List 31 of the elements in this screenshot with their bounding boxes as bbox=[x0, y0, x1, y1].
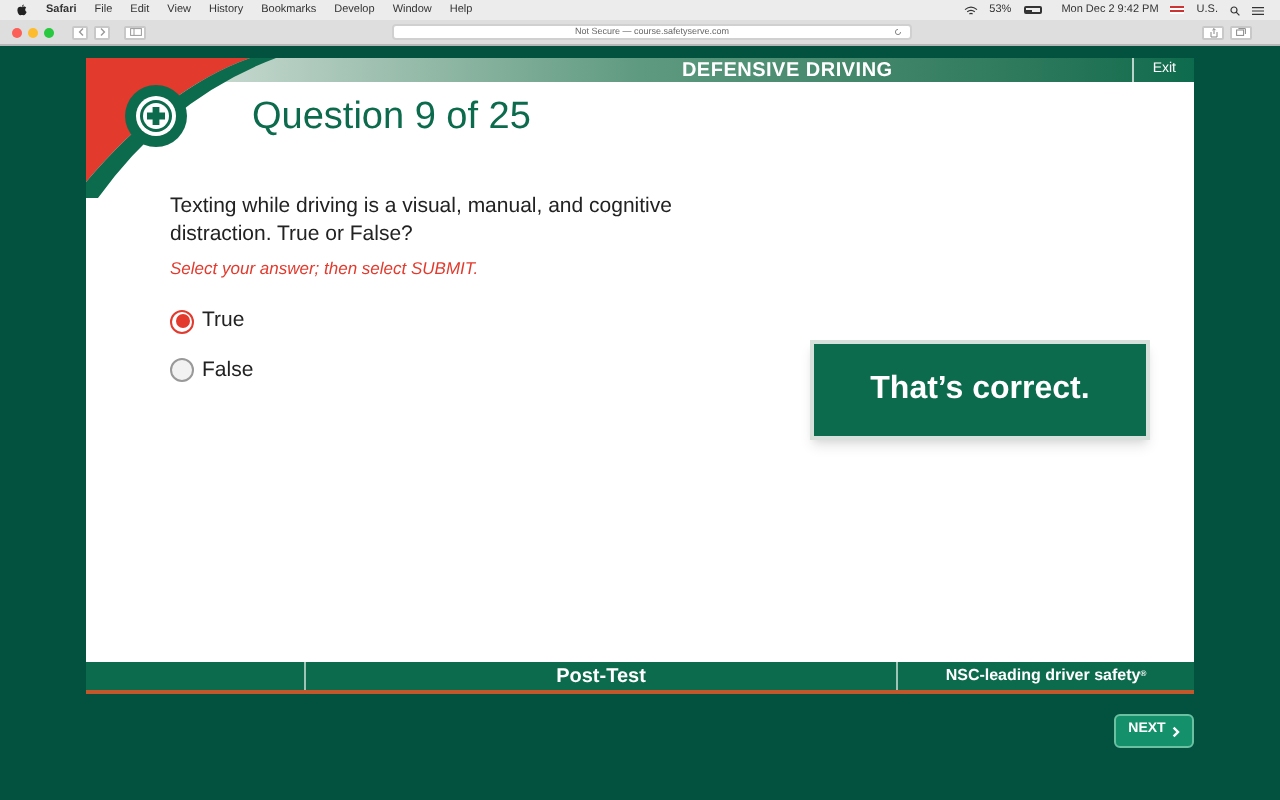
back-icon bbox=[77, 28, 83, 36]
question-number: Question 9 of 25 bbox=[252, 98, 533, 136]
battery-icon[interactable] bbox=[1023, 6, 1042, 14]
zoom-window-button[interactable] bbox=[44, 27, 54, 37]
course-title: DEFENSIVE DRIVING bbox=[681, 57, 893, 85]
safety-cross-logo-icon bbox=[124, 84, 188, 148]
section-label: Post-Test bbox=[556, 663, 646, 691]
chevron-right-icon bbox=[1171, 725, 1180, 737]
feedback-panel: That’s correct. bbox=[810, 340, 1150, 440]
back-button[interactable] bbox=[72, 25, 88, 39]
radio-button[interactable] bbox=[170, 309, 194, 334]
answer-option[interactable]: False bbox=[170, 355, 806, 387]
answer-option[interactable]: True bbox=[170, 305, 806, 337]
instruction-text: Select your answer; then select SUBMIT. bbox=[170, 256, 481, 282]
flag-icon[interactable] bbox=[1170, 6, 1185, 14]
menu-icon[interactable] bbox=[1252, 5, 1264, 15]
sidebar-icon bbox=[129, 28, 141, 36]
close-window-button[interactable] bbox=[12, 27, 22, 37]
share-icon bbox=[1209, 27, 1217, 37]
share-button[interactable] bbox=[1202, 25, 1224, 39]
tabs-icon bbox=[1236, 28, 1246, 36]
search-icon[interactable] bbox=[1230, 5, 1240, 15]
wifi-icon[interactable] bbox=[963, 5, 978, 15]
apple-logo-icon[interactable] bbox=[16, 4, 28, 16]
tabs-button[interactable] bbox=[1230, 25, 1252, 39]
question-text: Texting while driving is a visual, manual, and cognitive distraction. True or False? bbox=[170, 192, 674, 248]
forward-button[interactable] bbox=[94, 25, 110, 39]
radio-button[interactable] bbox=[170, 358, 194, 383]
reload-icon[interactable] bbox=[894, 28, 902, 36]
forward-icon bbox=[99, 28, 105, 36]
sidebar-button[interactable] bbox=[124, 25, 146, 39]
